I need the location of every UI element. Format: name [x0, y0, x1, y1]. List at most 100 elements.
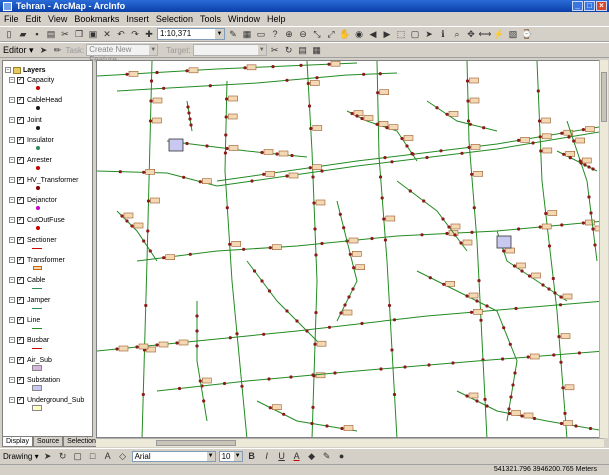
italic-button[interactable]: I	[261, 450, 273, 462]
open-icon[interactable]: ▰	[17, 28, 29, 40]
toc-layer[interactable]: − ✓ Insulator	[9, 135, 54, 145]
chevron-down-icon[interactable]: ▼	[206, 451, 215, 461]
menu-file[interactable]: File	[4, 14, 19, 24]
select-elements-icon[interactable]: ➤	[423, 28, 435, 40]
attributes-icon[interactable]: ▤	[297, 44, 309, 56]
fixed-zoom-in-icon[interactable]: ⤡	[311, 28, 323, 40]
chevron-down-icon[interactable]: ▼	[215, 29, 224, 39]
chevron-down-icon[interactable]: ▼	[149, 45, 158, 55]
visibility-checkbox[interactable]: ✓	[17, 356, 24, 364]
menu-view[interactable]: View	[48, 14, 67, 24]
collapse-icon[interactable]: −	[9, 257, 15, 263]
visibility-checkbox[interactable]: ✓	[17, 196, 24, 204]
visibility-checkbox[interactable]: ✓	[17, 376, 24, 384]
identify-icon[interactable]: ℹ	[437, 28, 449, 40]
menu-tools[interactable]: Tools	[200, 14, 221, 24]
visibility-checkbox[interactable]: ✓	[17, 316, 24, 324]
sketch-properties-icon[interactable]: ▦	[311, 44, 323, 56]
clear-selection-icon[interactable]: ▢	[409, 28, 421, 40]
print-icon[interactable]: ▤	[45, 28, 57, 40]
scroll-thumb[interactable]	[156, 440, 236, 446]
measure-icon[interactable]: ⟷	[479, 28, 492, 40]
collapse-icon[interactable]: −	[9, 377, 15, 383]
font-color-button[interactable]: A	[291, 450, 303, 462]
sketch-tool-icon[interactable]: ✏	[52, 44, 64, 56]
collapse-icon[interactable]: −	[9, 77, 15, 83]
toc-layer[interactable]: − ✓ CutOutFuse	[9, 215, 65, 225]
command-line-icon[interactable]: ▭	[255, 28, 267, 40]
hyperlink-icon[interactable]: ⚡	[493, 28, 505, 40]
collapse-icon[interactable]: −	[9, 317, 15, 323]
toc-layer[interactable]: − ✓ Air_Sub	[9, 355, 52, 365]
forward-extent-icon[interactable]: ▶	[381, 28, 393, 40]
delete-icon[interactable]: ✕	[101, 28, 113, 40]
zoom-whole-page-icon[interactable]: ▢	[72, 450, 84, 462]
marker-color-icon[interactable]: ●	[336, 450, 348, 462]
menu-insert[interactable]: Insert	[126, 14, 149, 24]
toc-layer[interactable]: − ✓ Transformer	[9, 255, 65, 265]
full-extent-icon[interactable]: ◉	[353, 28, 365, 40]
toc-layer[interactable]: − ✓ Dejanctor	[9, 195, 57, 205]
toc-layer[interactable]: − ✓ Substation	[9, 375, 60, 385]
editor-toolbar-icon[interactable]: ✎	[227, 28, 239, 40]
toc-layer[interactable]: − ✓ Arrester	[9, 155, 52, 165]
collapse-icon[interactable]: −	[9, 117, 15, 123]
visibility-checkbox[interactable]: ✓	[17, 256, 24, 264]
arctoolbox-icon[interactable]: ▦	[241, 28, 253, 40]
toc-layer[interactable]: − ✓ Jamper	[9, 295, 50, 305]
redo-icon[interactable]: ↷	[129, 28, 141, 40]
html-popup-icon[interactable]: ▧	[507, 28, 519, 40]
collapse-icon[interactable]: −	[9, 177, 15, 183]
zoom-out-icon[interactable]: ⊖	[297, 28, 309, 40]
visibility-checkbox[interactable]: ✓	[17, 176, 24, 184]
toc-layer[interactable]: − ✓ Underground_Sub	[9, 395, 84, 405]
cut-icon[interactable]: ✂	[59, 28, 71, 40]
menu-selection[interactable]: Selection	[156, 14, 193, 24]
pan-icon[interactable]: ✋	[339, 28, 351, 40]
maximize-button[interactable]: □	[584, 1, 595, 11]
visibility-checkbox[interactable]: ✓	[17, 156, 24, 164]
visibility-checkbox[interactable]: ✓	[17, 396, 24, 404]
paste-icon[interactable]: ▣	[87, 28, 99, 40]
collapse-icon[interactable]: −	[9, 157, 15, 163]
collapse-icon[interactable]: −	[9, 297, 15, 303]
chevron-down-icon[interactable]: ▼	[257, 45, 266, 55]
vertical-scrollbar[interactable]	[599, 60, 608, 438]
visibility-checkbox[interactable]: ✓	[17, 276, 24, 284]
collapse-icon[interactable]: −	[9, 217, 15, 223]
back-extent-icon[interactable]: ◀	[367, 28, 379, 40]
visibility-checkbox[interactable]: ✓	[17, 76, 24, 84]
zoom-in-icon[interactable]: ⊕	[283, 28, 295, 40]
text-icon[interactable]: A	[102, 450, 114, 462]
collapse-icon[interactable]: −	[9, 397, 15, 403]
toc-layer[interactable]: − ✓ HV_Transformer	[9, 175, 78, 185]
underline-button[interactable]: U	[276, 450, 288, 462]
minimize-button[interactable]: _	[572, 1, 583, 11]
chevron-down-icon[interactable]: ▼	[233, 451, 242, 461]
editor-menu[interactable]: Editor ▾	[3, 45, 34, 56]
tab-display[interactable]: Display	[2, 437, 33, 447]
collapse-icon[interactable]: −	[9, 357, 15, 363]
new-icon[interactable]: ▯	[3, 28, 15, 40]
add-data-icon[interactable]: ✚	[143, 28, 155, 40]
select-features-icon[interactable]: ⬚	[395, 28, 407, 40]
menu-bookmarks[interactable]: Bookmarks	[74, 14, 119, 24]
menu-edit[interactable]: Edit	[26, 14, 42, 24]
select-elements-icon[interactable]: ➤	[42, 450, 54, 462]
scroll-thumb[interactable]	[601, 72, 607, 122]
fixed-zoom-out-icon[interactable]: ⤢	[325, 28, 337, 40]
go-to-xy-icon[interactable]: ✥	[465, 28, 477, 40]
collapse-icon[interactable]: −	[9, 237, 15, 243]
map-scale-input[interactable]: 1:10,371 ▼	[157, 28, 225, 40]
visibility-checkbox[interactable]: ✓	[17, 96, 24, 104]
save-icon[interactable]: ▪	[31, 28, 43, 40]
collapse-icon[interactable]: −	[9, 137, 15, 143]
visibility-checkbox[interactable]: ✓	[17, 216, 24, 224]
time-slider-icon[interactable]: ⌚	[521, 28, 533, 40]
menu-help[interactable]: Help	[267, 14, 286, 24]
drawing-menu[interactable]: Drawing ▾	[3, 452, 39, 461]
toc-layer[interactable]: − ✓ Joint	[9, 115, 42, 125]
collapse-icon[interactable]: −	[9, 337, 15, 343]
edit-vertices-icon[interactable]: ◇	[117, 450, 129, 462]
toc-layer[interactable]: − ✓ Capacity	[9, 75, 54, 85]
